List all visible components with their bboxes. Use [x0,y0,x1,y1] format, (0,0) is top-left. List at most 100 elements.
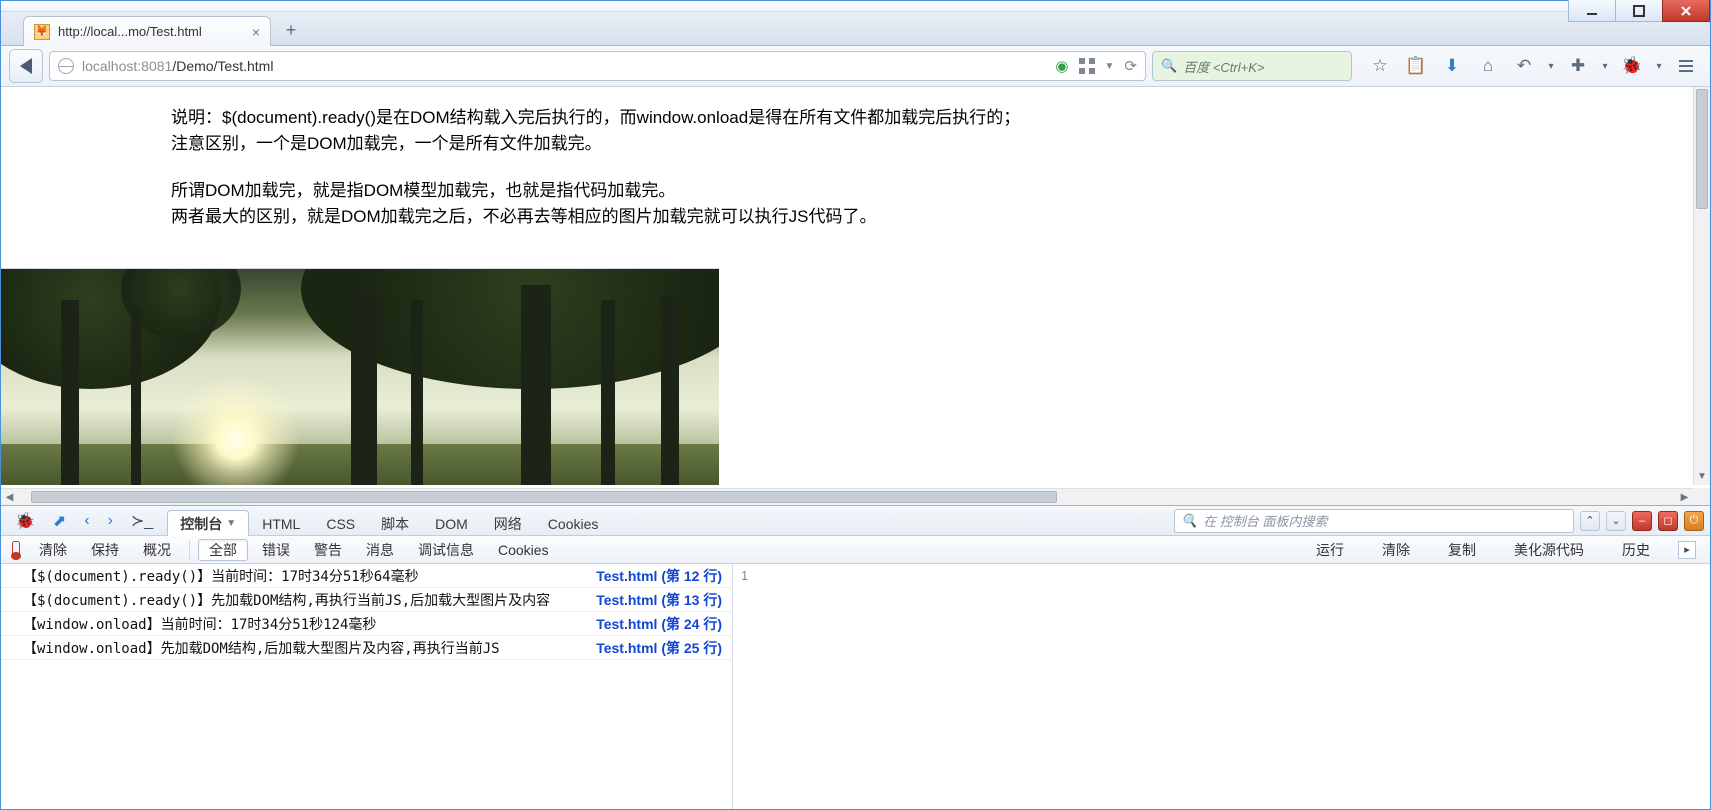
url-port: :8081 [137,58,172,74]
inspect-button[interactable]: ⬈ [45,506,74,536]
filter-cookies-button[interactable]: Cookies [488,539,559,561]
horizontal-scrollbar[interactable]: ◀ ▶ [1,488,1693,505]
devtools-detach-button[interactable]: ◻ [1658,511,1678,531]
console-log-list[interactable]: 【$(document).ready()】当前时间：17时34分51秒64毫秒 … [1,564,733,809]
panel-tab-css[interactable]: CSS [313,510,368,536]
bookmark-star-button[interactable]: ☆ [1364,51,1396,81]
tab-close-button[interactable]: × [252,25,260,39]
firebug-button[interactable]: 🐞 [1616,51,1648,81]
console-log-row[interactable]: 【$(document).ready()】先加载DOM结构,再执行当前JS,后加… [1,588,732,612]
console-persist-button[interactable]: 保持 [81,539,129,561]
search-placeholder: 百度 <Ctrl+K> [1183,57,1264,76]
log-message: 【window.onload】先加载DOM结构,后加载大型图片及内容,再执行当前… [23,638,500,658]
browser-tab[interactable]: 🦊 http://local...mo/Test.html × [23,16,271,46]
back-button[interactable] [9,49,43,83]
page-viewport: 说明：$(document).ready()是在DOM结构载入完后执行的，而wi… [1,87,1710,505]
devtools-collapse-up-button[interactable]: ⌃ [1580,511,1600,531]
scroll-thumb[interactable] [31,491,1057,503]
page-content[interactable]: 说明：$(document).ready()是在DOM结构载入完后执行的，而wi… [1,87,1693,485]
log-source[interactable]: Test.html (第 25 行) [596,638,722,658]
log-message: 【$(document).ready()】当前时间：17时34分51秒64毫秒 [23,566,419,586]
log-line: (第 24 行) [661,616,722,632]
address-bar[interactable]: localhost:8081/Demo/Test.html ◉ ▼ ⟳ [49,51,1146,81]
scroll-thumb[interactable] [1696,89,1708,209]
undo-close-button[interactable]: ↶ [1508,51,1540,81]
panel-tab-dom[interactable]: DOM [422,510,481,536]
globe-icon [58,58,74,74]
devtools-minimize-button[interactable]: – [1632,511,1652,531]
panel-tab-html[interactable]: HTML [249,510,313,536]
break-on-error-button[interactable] [7,541,25,559]
filter-all-button[interactable]: 全部 [198,539,248,561]
devtools-power-button[interactable]: ⏻ [1684,511,1704,531]
cmd-run-button[interactable]: 运行 [1306,539,1354,561]
command-editor[interactable]: 1 [733,564,1710,809]
console-log-row[interactable]: 【window.onload】当前时间：17时34分51秒124毫秒 Test.… [1,612,732,636]
cmd-history-button[interactable]: 历史 [1612,539,1660,561]
window-minimize-button[interactable] [1568,0,1616,22]
panel-tab-console[interactable]: 控制台▼ [167,510,249,536]
app-menu-button[interactable] [1670,51,1702,81]
console-profile-button[interactable]: 概况 [133,539,181,561]
filter-warnings-button[interactable]: 警告 [304,539,352,561]
downloads-button[interactable]: ⬇ [1436,51,1468,81]
window-maximize-button[interactable] [1615,0,1663,22]
firebug-icon[interactable]: 🐞 [7,506,43,536]
panel-tab-script[interactable]: 脚本 [368,510,422,536]
devtools-toolbar: 🐞 ⬈ ‹ › ≻_ 控制台▼ HTML CSS 脚本 DOM 网络 Cooki… [1,506,1710,536]
nav-prev-button[interactable]: ‹ [76,506,97,536]
log-file: Test.html [596,616,657,632]
log-source[interactable]: Test.html (第 13 行) [596,590,722,610]
log-message: 【window.onload】当前时间：17时34分51秒124毫秒 [23,614,376,634]
window-close-button[interactable] [1662,0,1710,22]
undo-dropdown[interactable]: ▾ [1544,51,1558,81]
window-titlebar[interactable] [1,1,1710,12]
panel-tab-cookies[interactable]: Cookies [535,510,612,536]
log-file: Test.html [596,592,657,608]
filter-errors-button[interactable]: 错误 [252,539,300,561]
devtools-search-input[interactable]: 🔍 在 控制台 面板内搜索 [1174,509,1574,533]
filter-info-button[interactable]: 消息 [356,539,404,561]
command-line-button[interactable]: ≻_ [123,506,161,536]
log-line: (第 13 行) [661,592,722,608]
log-source[interactable]: Test.html (第 12 行) [596,566,722,586]
home-button[interactable]: ⌂ [1472,51,1504,81]
devtools-panel: 🐞 ⬈ ‹ › ≻_ 控制台▼ HTML CSS 脚本 DOM 网络 Cooki… [1,505,1710,809]
tab-title: http://local...mo/Test.html [58,24,202,39]
search-icon: 🔍 [1161,58,1177,74]
hero-image [1,268,719,485]
panel-tab-net[interactable]: 网络 [481,510,535,536]
console-log-row[interactable]: 【$(document).ready()】当前时间：17时34分51秒64毫秒 … [1,564,732,588]
firebug-dropdown[interactable]: ▾ [1652,51,1666,81]
console-log-row[interactable]: 【window.onload】先加载DOM结构,后加载大型图片及内容,再执行当前… [1,636,732,660]
article-text: 说明：$(document).ready()是在DOM结构载入完后执行的，而wi… [1,87,1693,230]
qr-icon[interactable] [1079,58,1095,74]
cmd-copy-button[interactable]: 复制 [1438,539,1486,561]
cmd-pretty-button[interactable]: 美化源代码 [1504,539,1594,561]
cmd-clear-button[interactable]: 清除 [1372,539,1420,561]
url-text: localhost:8081/Demo/Test.html [82,58,273,74]
url-host: localhost [82,58,137,74]
filter-debug-button[interactable]: 调试信息 [408,539,484,561]
new-tab-button[interactable]: + [277,17,305,43]
console-clear-button[interactable]: 清除 [29,539,77,561]
devtools-collapse-down-button[interactable]: ⌄ [1606,511,1626,531]
cmd-collapse-button[interactable]: ▸ [1678,541,1696,559]
vertical-scrollbar[interactable]: ▲ ▼ [1693,87,1710,485]
scroll-left-button[interactable]: ◀ [1,489,18,505]
scroll-right-button[interactable]: ▶ [1676,489,1693,505]
search-box[interactable]: 🔍 百度 <Ctrl+K> [1152,51,1352,81]
scroll-down-button[interactable]: ▼ [1694,468,1710,485]
reload-button[interactable]: ⟳ [1124,57,1137,75]
log-source[interactable]: Test.html (第 24 行) [596,614,722,634]
extensions-dropdown[interactable]: ▾ [1598,51,1612,81]
log-line: (第 12 行) [661,568,722,584]
extensions-button[interactable]: ✚ [1562,51,1594,81]
shield-icon[interactable]: ◉ [1055,57,1068,75]
arrow-left-icon [20,58,32,74]
scroll-corner [1693,488,1710,505]
tab-favicon-icon: 🦊 [34,24,50,40]
reading-list-button[interactable]: 📋 [1400,51,1432,81]
history-dropdown-button[interactable]: ▼ [1105,61,1115,72]
nav-next-button[interactable]: › [100,506,121,536]
